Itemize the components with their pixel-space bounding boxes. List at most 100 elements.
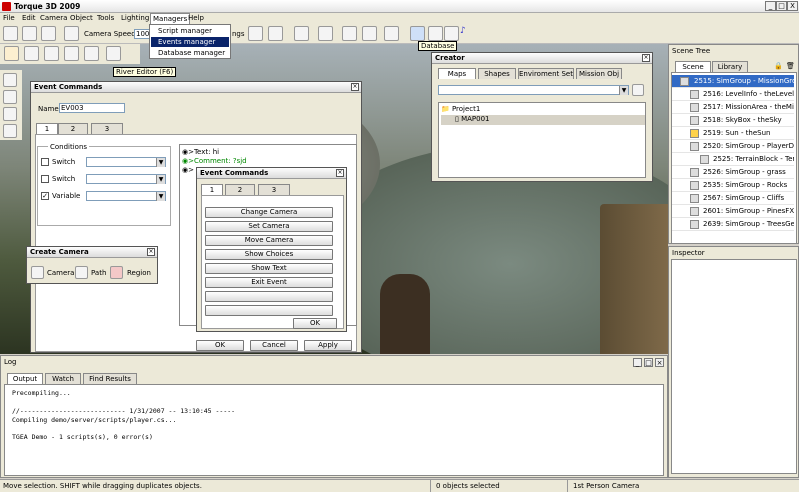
menu-tools[interactable]: Tools xyxy=(97,14,114,22)
log-minimize-icon[interactable]: _ xyxy=(633,358,642,367)
variable-select[interactable]: ▼ xyxy=(86,191,166,201)
rotate-tool-icon[interactable] xyxy=(3,107,17,121)
minimize-button[interactable]: _ xyxy=(765,1,776,11)
tab-3[interactable]: 3 xyxy=(91,123,123,134)
trash-icon[interactable]: 🗑 xyxy=(786,62,795,71)
show-text-button[interactable]: Show Text xyxy=(205,263,333,274)
creator-tab-shapes[interactable]: Shapes xyxy=(478,68,516,79)
library-tab[interactable]: Library xyxy=(712,61,748,72)
camera-icon[interactable] xyxy=(31,266,44,279)
scene-item-2520[interactable]: 2520: SimGroup - PlayerDr xyxy=(672,140,794,153)
switch-2-select[interactable]: ▼ xyxy=(86,174,166,184)
switch-1-checkbox[interactable] xyxy=(41,158,49,166)
scene-item-2601[interactable]: 2601: SimGroup - PinesFX xyxy=(672,205,794,218)
log-tab-watch[interactable]: Watch xyxy=(45,373,81,384)
menu-camera[interactable]: Camera xyxy=(40,14,67,22)
scene-item-2519[interactable]: 2519: Sun - theSun xyxy=(672,127,794,140)
document-tool-icon[interactable] xyxy=(444,26,459,41)
log-tab-output[interactable]: Output xyxy=(7,373,43,384)
scene-item-2516[interactable]: 2516: LevelInfo - theLevelIn xyxy=(672,88,794,101)
switch-1-select[interactable]: ▼ xyxy=(86,157,166,167)
tree-item-map001[interactable]: ▯ MAP001 xyxy=(441,115,645,125)
sub-dialog-close-icon[interactable]: × xyxy=(336,169,344,177)
create-camera-close-icon[interactable]: × xyxy=(147,248,155,256)
tool-icon-b[interactable] xyxy=(268,26,283,41)
river-editor-icon[interactable] xyxy=(4,46,19,61)
music-icon[interactable]: ♪ xyxy=(460,26,475,41)
folder-tool-icon[interactable] xyxy=(428,26,443,41)
empty-command-button-1[interactable] xyxy=(205,291,333,302)
apply-button[interactable]: Apply xyxy=(304,340,352,351)
world-editor-icon[interactable] xyxy=(3,26,18,41)
tab-2[interactable]: 2 xyxy=(58,123,88,134)
globe-tool-icon[interactable] xyxy=(24,46,39,61)
region-icon[interactable] xyxy=(110,266,123,279)
gui-editor-icon[interactable] xyxy=(22,26,37,41)
path-icon[interactable] xyxy=(75,266,88,279)
creator-tab-enviroment-set[interactable]: Enviroment Set xyxy=(518,68,574,79)
scene-tree-list[interactable]: 2515: SimGroup - MissionGrou 2516: Level… xyxy=(671,72,797,244)
move-camera-button[interactable]: Move Camera xyxy=(205,235,333,246)
scene-item-2515[interactable]: 2515: SimGroup - MissionGrou xyxy=(672,75,794,88)
events-manager-item[interactable]: Events manager xyxy=(151,37,229,47)
sub-tab-1[interactable]: 1 xyxy=(201,184,223,195)
scene-tab[interactable]: Scene xyxy=(675,61,711,72)
database-manager-item[interactable]: Database manager xyxy=(158,49,225,57)
scene-item-2517[interactable]: 2517: MissionArea - theMis xyxy=(672,101,794,114)
script-manager-item[interactable]: Script manager xyxy=(158,27,212,35)
tree-item-project1[interactable]: 📁 Project1 xyxy=(441,105,480,113)
inspector-content[interactable] xyxy=(671,259,797,474)
tool-icon-c[interactable] xyxy=(294,26,309,41)
switch-2-checkbox[interactable] xyxy=(41,175,49,183)
select-arrow-icon[interactable] xyxy=(3,73,17,87)
sub-ok-button[interactable]: OK xyxy=(293,318,337,329)
road-tool-icon[interactable] xyxy=(106,46,121,61)
change-camera-button[interactable]: Change Camera xyxy=(205,207,333,218)
play-icon[interactable] xyxy=(41,26,56,41)
menu-edit[interactable]: Edit xyxy=(22,14,36,22)
empty-command-button-2[interactable] xyxy=(205,305,333,316)
creator-select[interactable]: ▼ xyxy=(438,85,629,95)
cancel-button[interactable]: Cancel xyxy=(250,340,298,351)
database-icon[interactable] xyxy=(410,26,425,41)
ok-button[interactable]: OK xyxy=(196,340,244,351)
text-icon[interactable] xyxy=(384,26,399,41)
sub-tab-3[interactable]: 3 xyxy=(258,184,290,195)
tool-icon-e[interactable] xyxy=(342,26,357,41)
creator-tab-maps[interactable]: Maps xyxy=(438,68,476,79)
tool-icon-a[interactable] xyxy=(248,26,263,41)
close-button[interactable]: X xyxy=(787,1,798,11)
log-maximize-icon[interactable]: □ xyxy=(644,358,653,367)
scene-item-2567[interactable]: 2567: SimGroup - Cliffs xyxy=(672,192,794,205)
region-label[interactable]: Region xyxy=(127,269,151,277)
variable-checkbox[interactable]: ✓ xyxy=(41,192,49,200)
set-camera-button[interactable]: Set Camera xyxy=(205,221,333,232)
brush-tool-icon[interactable] xyxy=(84,46,99,61)
log-output[interactable]: Precompiling... //----------------------… xyxy=(4,384,664,476)
log-tab-find-results[interactable]: Find Results xyxy=(83,373,137,384)
scene-item-2526[interactable]: 2526: SimGroup - grass xyxy=(672,166,794,179)
menu-file[interactable]: File xyxy=(3,14,15,22)
scene-item-2518[interactable]: 2518: SkyBox - theSky xyxy=(672,114,794,127)
menu-lighting[interactable]: Lighting xyxy=(121,14,149,22)
creator-close-icon[interactable]: × xyxy=(642,54,650,62)
snap-icon[interactable] xyxy=(362,26,377,41)
move-tool-icon[interactable] xyxy=(3,90,17,104)
scene-item-2535[interactable]: 2535: SimGroup - Rocks xyxy=(672,179,794,192)
lock-icon[interactable]: 🔒 xyxy=(774,62,783,71)
maximize-button[interactable]: □ xyxy=(776,1,787,11)
creator-folder-icon[interactable] xyxy=(632,84,644,96)
scale-tool-icon[interactable] xyxy=(3,124,17,138)
log-close-icon[interactable]: × xyxy=(655,358,664,367)
name-field[interactable]: EV003 xyxy=(59,103,125,113)
creator-tree[interactable]: 📁 Project1 ▯ MAP001 xyxy=(438,102,646,178)
creator-tab-mission-obj[interactable]: Mission Obj xyxy=(576,68,622,79)
camera-label[interactable]: Camera xyxy=(47,269,74,277)
scene-item-2525[interactable]: 2525: TerrainBlock - Ter xyxy=(672,153,794,166)
tab-1[interactable]: 1 xyxy=(36,123,58,134)
menu-object[interactable]: Object xyxy=(70,14,93,22)
mesh-tool-icon[interactable] xyxy=(64,46,79,61)
sub-tab-2[interactable]: 2 xyxy=(225,184,255,195)
exit-event-button[interactable]: Exit Event xyxy=(205,277,333,288)
event-commands-close-icon[interactable]: × xyxy=(351,83,359,91)
